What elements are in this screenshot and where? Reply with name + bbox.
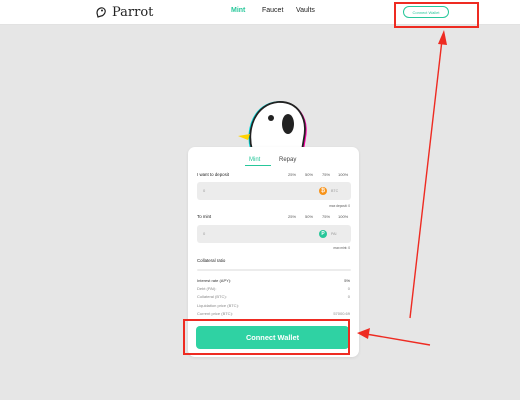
arrow-left-icon <box>357 328 431 346</box>
arrow-up-icon <box>409 30 447 319</box>
annotation-arrows <box>357 30 447 346</box>
